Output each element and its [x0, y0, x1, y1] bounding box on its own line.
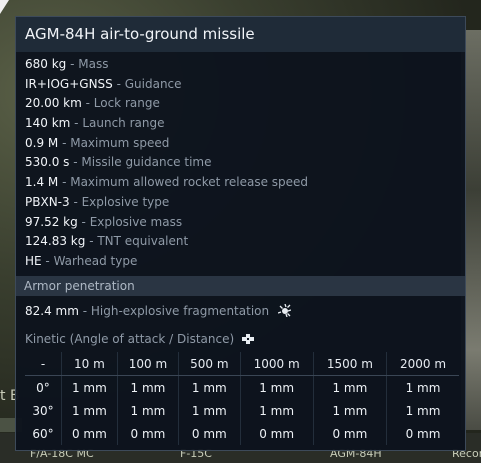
- stat-mass: 680 kg - Mass: [25, 55, 457, 75]
- stat-label: - Launch range: [70, 116, 165, 131]
- stat-value: 97.52 kg: [25, 214, 78, 229]
- stat-guidance-time: 530.0 s - Missile guidance time: [25, 153, 457, 173]
- stat-label: - Mass: [66, 57, 109, 71]
- table-header: 1000 m: [239, 352, 314, 376]
- kinetic-icon: [241, 334, 254, 344]
- table-cell: 1 mm: [61, 399, 118, 422]
- weapon-tooltip: AGM-84H air-to-ground missile 680 kg - M…: [15, 16, 466, 451]
- kinetic-label: Kinetic (Angle of attack / Distance): [25, 332, 235, 346]
- table-cell: 0 mm: [116, 422, 179, 445]
- table-cell: 1 mm: [312, 399, 387, 422]
- stat-lock-range: 20.00 km - Lock range: [25, 94, 457, 114]
- penetration-table: - 10 m 100 m 500 m 1000 m 1500 m 2000 m …: [25, 352, 459, 445]
- fragmentation-icon: [277, 304, 291, 317]
- kinetic-row: Kinetic (Angle of attack / Distance): [25, 330, 254, 348]
- stat-value: 124.83 kg: [25, 234, 86, 249]
- he-frag-value: 82.4 mm: [25, 304, 79, 318]
- stats-list: 680 kg - Mass IR+IOG+GNSS - Guidance 20.…: [25, 55, 457, 272]
- stat-tnt-equivalent: 124.83 kg - TNT equivalent: [25, 232, 457, 252]
- table-header: 100 m: [116, 352, 179, 376]
- armor-penetration-header: Armor penetration: [16, 276, 465, 296]
- table-cell: 0 mm: [239, 422, 314, 445]
- table-cell: 1 mm: [386, 375, 459, 399]
- table-cell: 1 mm: [312, 375, 387, 399]
- table-header: 10 m: [61, 352, 118, 376]
- stat-label: - Maximum speed: [58, 135, 170, 150]
- stat-label: - Explosive mass: [77, 214, 183, 229]
- table-cell: 0 mm: [386, 422, 459, 445]
- table-cell: 30°: [32, 403, 54, 418]
- table-header-row: - 10 m 100 m 500 m 1000 m 1500 m 2000 m: [25, 352, 459, 376]
- stat-label: - Maximum allowed rocket release speed: [58, 175, 309, 190]
- table-cell: 0 mm: [178, 422, 241, 445]
- table-cell: 1 mm: [386, 399, 459, 422]
- table-cell: 1 mm: [239, 375, 314, 399]
- stat-explosive-type: PBXN-3 - Explosive type: [25, 193, 457, 213]
- stat-warhead-type: HE - Warhead type: [25, 252, 457, 272]
- stat-value: 1.4 M: [25, 175, 59, 190]
- stat-value: 140 km: [25, 116, 71, 131]
- tooltip-title: AGM-84H air-to-ground missile: [16, 17, 465, 52]
- stat-value: IR+IOG+GNSS: [25, 76, 113, 91]
- table-cell: 1 mm: [116, 399, 179, 422]
- mouse-cursor-icon: [0, 0, 9, 14]
- stat-label: - Warhead type: [41, 253, 138, 268]
- table-header: -: [25, 352, 62, 376]
- table-cell: 1 mm: [61, 375, 118, 399]
- stat-value: 530.0 s: [25, 155, 70, 170]
- stat-label: - Guidance: [112, 76, 182, 91]
- stat-value: 680 kg: [25, 57, 67, 71]
- stat-label: - Explosive type: [69, 194, 170, 209]
- stat-max-speed: 0.9 M - Maximum speed: [25, 134, 457, 154]
- table-cell: 1 mm: [178, 375, 241, 399]
- table-cell: 0 mm: [312, 422, 387, 445]
- table-row: 0° 1 mm 1 mm 1 mm 1 mm 1 mm 1 mm: [25, 375, 459, 399]
- stat-release-speed: 1.4 M - Maximum allowed rocket release s…: [25, 173, 457, 193]
- stat-explosive-mass: 97.52 kg - Explosive mass: [25, 213, 457, 233]
- table-cell: 0 mm: [61, 422, 118, 445]
- stat-label: - TNT equivalent: [85, 234, 189, 249]
- table-cell: 60°: [32, 426, 54, 441]
- stat-guidance: IR+IOG+GNSS - Guidance: [25, 75, 457, 95]
- stat-value: 0.9 M: [25, 135, 59, 150]
- table-row: 30° 1 mm 1 mm 1 mm 1 mm 1 mm 1 mm: [25, 399, 459, 422]
- table-header: 500 m: [178, 352, 241, 376]
- stat-label: - Lock range: [81, 96, 160, 111]
- table-cell: 1 mm: [239, 399, 314, 422]
- stat-label: - Missile guidance time: [69, 155, 212, 170]
- stat-value: HE: [25, 253, 42, 268]
- stat-launch-range: 140 km - Launch range: [25, 114, 457, 134]
- table-cell: 0°: [36, 380, 50, 395]
- stat-value: PBXN-3: [25, 194, 70, 209]
- stat-value: 20.00 km: [25, 96, 82, 111]
- table-row: 60° 0 mm 0 mm 0 mm 0 mm 0 mm 0 mm: [25, 422, 459, 445]
- he-frag-label: - High-explosive fragmentation: [78, 304, 270, 318]
- table-header: 2000 m: [386, 352, 459, 376]
- table-cell: 1 mm: [116, 375, 179, 399]
- table-cell: 1 mm: [178, 399, 241, 422]
- table-header: 1500 m: [312, 352, 387, 376]
- he-fragmentation-row: 82.4 mm - High-explosive fragmentation: [25, 302, 291, 320]
